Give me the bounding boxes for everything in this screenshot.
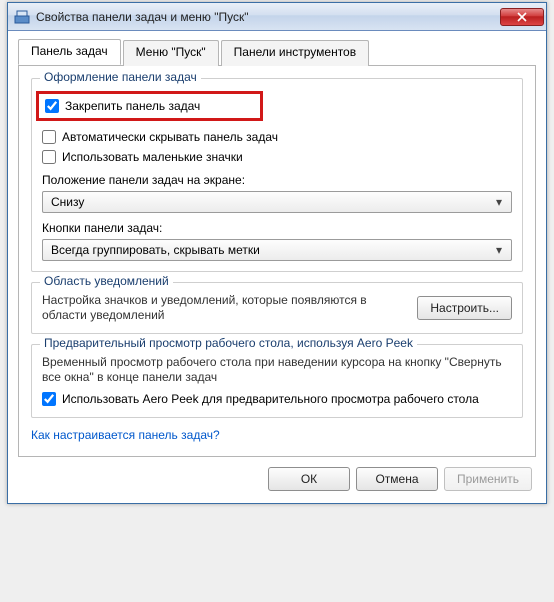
window-title: Свойства панели задач и меню "Пуск" — [36, 10, 498, 24]
checkbox-autohide-label: Автоматически скрывать панель задач — [62, 129, 278, 145]
help-link[interactable]: Как настраивается панель задач? — [31, 428, 220, 442]
checkbox-smallicons-input[interactable] — [42, 150, 56, 164]
group-notification-area: Область уведомлений Настройка значков и … — [31, 282, 523, 334]
checkbox-smallicons[interactable]: Использовать маленькие значки — [42, 149, 512, 165]
checkbox-aero-peek[interactable]: Использовать Aero Peek для предварительн… — [42, 391, 512, 407]
combo-buttons-value: Всегда группировать, скрывать метки — [51, 243, 260, 257]
titlebar[interactable]: Свойства панели задач и меню "Пуск" — [8, 3, 546, 31]
chevron-down-icon: ▾ — [491, 243, 507, 257]
cancel-button[interactable]: Отмена — [356, 467, 438, 491]
group-appearance-legend: Оформление панели задач — [40, 70, 201, 84]
customize-button[interactable]: Настроить... — [417, 296, 512, 320]
combo-position[interactable]: Снизу ▾ — [42, 191, 512, 213]
chevron-down-icon: ▾ — [491, 195, 507, 209]
checkbox-autohide[interactable]: Автоматически скрывать панель задач — [42, 129, 512, 145]
group-aero-peek: Предварительный просмотр рабочего стола,… — [31, 344, 523, 418]
tab-panel-taskbar: Оформление панели задач Закрепить панель… — [18, 65, 536, 457]
label-buttons: Кнопки панели задач: — [42, 221, 512, 235]
aero-peek-desc: Временный просмотр рабочего стола при на… — [42, 355, 512, 385]
tab-strip: Панель задач Меню "Пуск" Панели инструме… — [18, 39, 536, 66]
tab-taskbar[interactable]: Панель задач — [18, 39, 121, 65]
checkbox-smallicons-label: Использовать маленькие значки — [62, 149, 243, 165]
combo-buttons[interactable]: Всегда группировать, скрывать метки ▾ — [42, 239, 512, 261]
notification-desc: Настройка значков и уведомлений, которые… — [42, 293, 397, 323]
client-area: Панель задач Меню "Пуск" Панели инструме… — [8, 31, 546, 503]
properties-window: Свойства панели задач и меню "Пуск" Пане… — [7, 2, 547, 504]
checkbox-autohide-input[interactable] — [42, 130, 56, 144]
dialog-footer: ОК Отмена Применить — [18, 457, 536, 493]
checkbox-aero-peek-input[interactable] — [42, 392, 56, 406]
checkbox-lock-taskbar[interactable]: Закрепить панель задач — [45, 98, 200, 114]
label-position: Положение панели задач на экране: — [42, 173, 512, 187]
checkbox-lock-taskbar-input[interactable] — [45, 99, 59, 113]
close-button[interactable] — [500, 8, 544, 26]
tab-startmenu[interactable]: Меню "Пуск" — [123, 40, 219, 66]
highlight-box: Закрепить панель задач — [36, 91, 263, 121]
window-icon — [14, 9, 30, 25]
apply-button[interactable]: Применить — [444, 467, 532, 491]
checkbox-lock-taskbar-label: Закрепить панель задач — [65, 98, 200, 114]
combo-position-value: Снизу — [51, 195, 84, 209]
group-aero-peek-legend: Предварительный просмотр рабочего стола,… — [40, 336, 417, 350]
ok-button[interactable]: ОК — [268, 467, 350, 491]
group-appearance: Оформление панели задач Закрепить панель… — [31, 78, 523, 272]
group-notification-legend: Область уведомлений — [40, 274, 173, 288]
checkbox-aero-peek-label: Использовать Aero Peek для предварительн… — [62, 391, 479, 407]
tab-toolbars[interactable]: Панели инструментов — [221, 40, 369, 66]
